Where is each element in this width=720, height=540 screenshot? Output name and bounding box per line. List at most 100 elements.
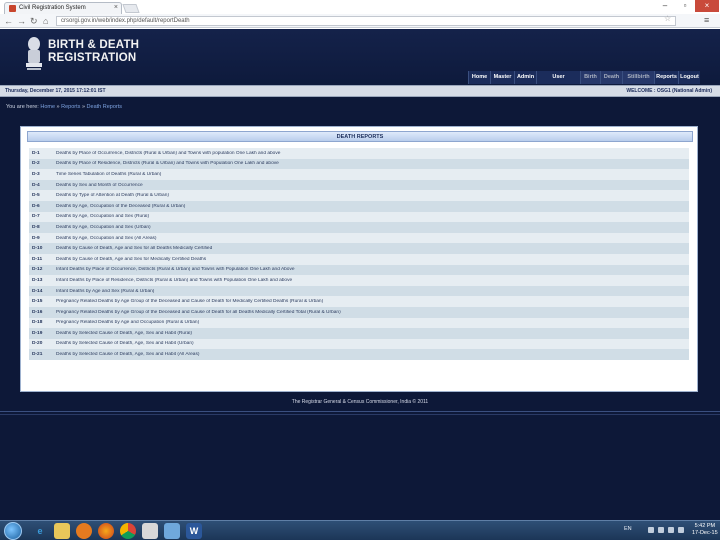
report-row[interactable]: D-5 Deaths by Type of Attention at Death … <box>29 190 689 201</box>
report-row[interactable]: D-6 Deaths by Age, Occupation of the Dece… <box>29 200 689 212</box>
report-link[interactable]: Deaths by Type of Attention at Death (Ru… <box>56 193 689 198</box>
report-row[interactable]: D-11 Deaths by Cause of Death, Age and Se… <box>29 253 689 265</box>
report-link[interactable]: Deaths by Age, Occupation and Sex (Urban… <box>56 225 689 230</box>
info-bar: Thursday, December 17, 2015 17:12:01 IST… <box>0 85 720 97</box>
report-link[interactable]: Deaths by Cause of Death, Age and Sex fo… <box>56 257 689 262</box>
report-row[interactable]: D-13 Infant Deaths by Place of Residence,… <box>29 275 689 286</box>
report-code: D-9 <box>32 235 40 241</box>
address-url: crsorgi.gov.in/web/index.php/default/rep… <box>61 18 190 24</box>
report-link[interactable]: Deaths by Age, Occupation and Sex (All A… <box>56 236 689 241</box>
nav-reports[interactable]: Reports <box>654 71 678 84</box>
network-icon[interactable] <box>658 527 664 533</box>
home-icon[interactable]: ⌂ <box>43 15 48 27</box>
report-link[interactable]: Time Series Tabulation of Deaths (Rural … <box>56 172 689 177</box>
death-reports-panel: DEATH REPORTS D-1 Deaths by Place of Occu… <box>20 126 698 392</box>
flag-icon[interactable] <box>648 527 654 533</box>
report-link[interactable]: Pregnancy Related Deaths by Age Group of… <box>56 310 689 315</box>
nav-birth[interactable]: Birth <box>580 71 600 84</box>
reload-icon[interactable]: ↻ <box>30 15 38 27</box>
image-viewer-icon[interactable] <box>164 523 180 539</box>
report-link[interactable]: Deaths by Selected Cause of Death, Age, … <box>56 352 689 357</box>
report-row[interactable]: D-15 Pregnancy Related Deaths by Age Grou… <box>29 296 689 307</box>
report-row[interactable]: D-18 Pregnancy Related Deaths by Age and … <box>29 317 689 329</box>
files-icon[interactable] <box>142 523 158 539</box>
footer-copyright: The Registrar General & Census Commissio… <box>291 399 429 405</box>
report-code: D-7 <box>32 214 40 220</box>
report-link[interactable]: Deaths by Selected Cause of Death, Age, … <box>56 331 689 336</box>
report-code: D-19 <box>32 330 43 336</box>
report-row[interactable]: D-21 Deaths by Selected Cause of Death, A… <box>29 349 689 360</box>
report-link[interactable]: Infant Deaths by Place of Occurrence, Di… <box>56 267 689 272</box>
media-player-icon[interactable] <box>76 523 92 539</box>
browser-menu-icon[interactable]: ≡ <box>704 15 709 25</box>
report-row[interactable]: D-9 Deaths by Age, Occupation and Sex (Al… <box>29 232 689 244</box>
report-code: D-16 <box>32 309 43 315</box>
firefox-icon[interactable] <box>98 523 114 539</box>
report-row[interactable]: D-20 Deaths by Selected Cause of Death, A… <box>29 338 689 350</box>
windows-taskbar: e W EN 5:42 PM 17-Dec-15 <box>0 520 720 540</box>
word-icon[interactable]: W <box>186 523 202 539</box>
welcome-user: WELCOME : OSG1 (National Admin) <box>626 88 712 94</box>
report-link[interactable]: Infant Deaths by Age and Sex (Rural & Ur… <box>56 289 689 294</box>
browser-tab[interactable]: Civil Registration System × <box>4 2 122 14</box>
address-bar[interactable]: crsorgi.gov.in/web/index.php/default/rep… <box>56 16 676 26</box>
nav-death[interactable]: Death <box>600 71 622 84</box>
maximize-window-button[interactable]: ▫ <box>675 0 695 12</box>
report-link[interactable]: Deaths by Selected Cause of Death, Age, … <box>56 341 689 346</box>
report-row[interactable]: D-3 Time Series Tabulation of Deaths (Rur… <box>29 169 689 180</box>
report-row[interactable]: D-16 Pregnancy Related Deaths by Age Grou… <box>29 306 689 318</box>
report-row[interactable]: D-12 Infant Deaths by Place of Occurrence… <box>29 264 689 276</box>
tab-title: Civil Registration System <box>19 5 86 11</box>
report-row[interactable]: D-10 Deaths by Cause of Death, Age and Se… <box>29 243 689 254</box>
file-explorer-icon[interactable] <box>54 523 70 539</box>
report-row[interactable]: D-19 Deaths by Selected Cause of Death, A… <box>29 328 689 339</box>
breadcrumb-reports[interactable]: Reports <box>61 104 80 110</box>
bookmark-star-icon[interactable]: ☆ <box>664 14 671 23</box>
report-link[interactable]: Deaths by Cause of Death, Age and Sex fo… <box>56 246 689 251</box>
report-row[interactable]: D-4 Deaths by Sex and Month of Occurrence <box>29 179 689 191</box>
report-link[interactable]: Pregnancy Related Deaths by Age and Occu… <box>56 320 689 325</box>
panel-title: DEATH REPORTS <box>27 131 693 142</box>
internet-explorer-icon[interactable]: e <box>32 523 48 539</box>
breadcrumb-home[interactable]: Home <box>40 104 55 110</box>
close-tab-icon[interactable]: × <box>114 4 118 11</box>
breadcrumb: You are here: Home » Reports » Death Rep… <box>6 104 123 110</box>
report-row[interactable]: D-2 Deaths by Place of Residence, Distric… <box>29 158 689 170</box>
report-link[interactable]: Deaths by Age, Occupation and Sex (Rural… <box>56 214 689 219</box>
new-tab-button[interactable] <box>122 4 140 13</box>
report-link[interactable]: Deaths by Place of Occurrence, Districts… <box>56 151 689 156</box>
report-link[interactable]: Deaths by Place of Residence, Districts … <box>56 161 689 166</box>
report-code: D-18 <box>32 320 43 326</box>
chrome-icon[interactable] <box>120 523 136 539</box>
volume-icon[interactable] <box>668 527 674 533</box>
nav-admin[interactable]: Admin <box>514 71 536 84</box>
report-link[interactable]: Deaths by Sex and Month of Occurrence <box>56 183 689 188</box>
notification-icon[interactable] <box>678 527 684 533</box>
report-code: D-6 <box>32 203 40 209</box>
nav-logout[interactable]: Logout <box>678 71 700 84</box>
website: BIRTH & DEATH REGISTRATION Home Master Adm… <box>0 29 720 520</box>
report-row[interactable]: D-8 Deaths by Age, Occupation and Sex (Ur… <box>29 222 689 233</box>
report-link[interactable]: Infant Deaths by Place of Residence, Dis… <box>56 278 689 283</box>
report-link[interactable]: Deaths by Age, Occupation of the Decease… <box>56 204 689 209</box>
nav-user-management[interactable]: User Management <box>536 71 580 93</box>
forward-icon[interactable]: → <box>17 15 26 27</box>
site-title: BIRTH & DEATH REGISTRATION <box>48 39 140 64</box>
national-emblem-icon <box>26 37 42 70</box>
report-row[interactable]: D-14 Infant Deaths by Age and Sex (Rural … <box>29 285 689 297</box>
report-row[interactable]: D-7 Deaths by Age, Occupation and Sex (Ru… <box>29 211 689 223</box>
report-list: D-1 Deaths by Place of Occurrence, Distri… <box>29 148 689 360</box>
start-button[interactable] <box>4 522 22 540</box>
nav-stillbirth[interactable]: Stillbirth <box>622 71 654 84</box>
minimize-window-button[interactable]: – <box>655 0 675 12</box>
report-link[interactable]: Pregnancy Related Deaths by Age Group of… <box>56 299 689 304</box>
back-icon[interactable]: ← <box>4 15 13 27</box>
report-row[interactable]: D-1 Deaths by Place of Occurrence, Distri… <box>29 148 689 159</box>
report-code: D-21 <box>32 352 43 358</box>
close-window-button[interactable]: × <box>695 0 719 12</box>
taskbar-clock[interactable]: 5:42 PM 17-Dec-15 <box>692 523 718 537</box>
nav-master[interactable]: Master <box>490 71 514 84</box>
nav-home[interactable]: Home <box>468 71 490 84</box>
report-code: D-4 <box>32 182 40 188</box>
language-indicator[interactable]: EN <box>624 526 632 532</box>
